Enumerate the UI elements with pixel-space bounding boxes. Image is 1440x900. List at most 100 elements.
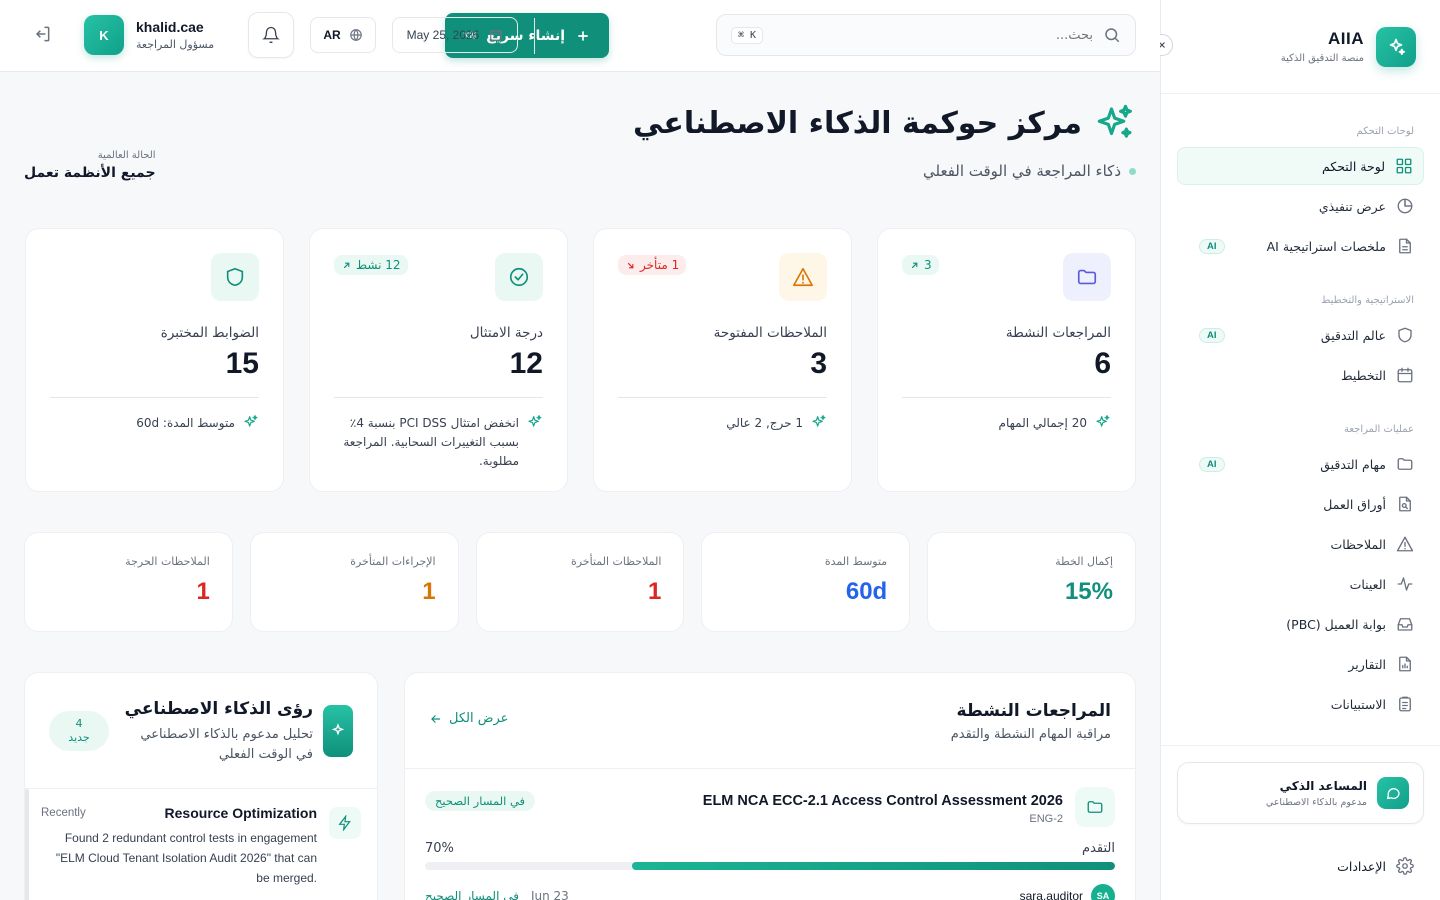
sidebar-item[interactable]: عالم التدقيق AI [1177, 316, 1424, 354]
panel-title: المراجعات النشطة [956, 701, 1111, 721]
trend-down-icon [625, 260, 636, 271]
sparkles-icon [1094, 102, 1136, 144]
kpi-label: الملاحظات المفتوحة [713, 325, 827, 341]
trend-badge: 3 [902, 255, 939, 275]
stat-card[interactable]: متوسط المدة 60d [701, 532, 911, 632]
insight-text: Found 2 redundant control tests in engag… [55, 831, 317, 885]
review-name: ELM NCA ECC-2.1 Access Control Assessmen… [702, 793, 1063, 809]
report-icon [1396, 655, 1414, 673]
language-button[interactable]: AR [310, 17, 376, 53]
sparkles-icon [323, 705, 353, 757]
search-input[interactable] [773, 27, 1093, 43]
sidebar-item-label: التقارير [1348, 656, 1386, 672]
assistant-subtitle: مدعوم بالذكاء الاصطناعي [1265, 796, 1367, 808]
search-box[interactable]: ⌘ K [716, 14, 1136, 56]
sidebar-item[interactable]: أوراق العمل [1177, 485, 1424, 523]
kpi-value: 12 [509, 347, 543, 380]
sidebar-item[interactable]: عرض تنفيذي [1177, 187, 1424, 225]
new-count-badge: 4 جديد [49, 711, 109, 751]
kpi-card[interactable]: 12 نشط درجة الامتثال 12 انخفض امتثال PCI DS… [309, 228, 568, 492]
check-circle-icon [495, 253, 543, 301]
user-name: khalid.cae [136, 19, 204, 35]
nav-section-title: لوحات التحكم [1356, 126, 1414, 137]
sidebar-item[interactable]: لوحة التحكم [1177, 147, 1424, 185]
sidebar-item-label: الاستبيانات [1330, 696, 1386, 712]
globe-icon [349, 28, 363, 42]
notifications-button[interactable] [248, 12, 294, 58]
review-card[interactable]: ELM NCA ECC-2.1 Access Control Assessmen… [405, 769, 1135, 900]
stat-card[interactable]: الإجراءات المتأخرة 1 [249, 532, 459, 632]
brand-subtitle: منصة التدقيق الذكية [1280, 53, 1364, 64]
insight-item[interactable]: Resource Optimization Found 2 redundant … [25, 789, 377, 888]
progress-label: التقدم [1082, 841, 1115, 856]
owner-avatar: SA [1091, 884, 1115, 900]
stat-value: 1 [196, 578, 210, 605]
divider [534, 18, 535, 54]
kpi-footnote: 1 حرج, 2 عالي [726, 416, 803, 430]
sparkles-icon [811, 414, 827, 430]
sidebar-item-settings[interactable]: الإعدادات [1327, 848, 1424, 884]
sidebar-nav: لوحات التحكم لوحة التحكم عرض تنفيذي ملخصات … [1161, 94, 1440, 723]
kpi-footnote: انخفض امتثال PCI DSS بنسبة 4٪ بسبب التغي… [343, 416, 519, 469]
file-search-icon [1396, 495, 1414, 513]
stat-card[interactable]: إكمال الخطة 15% [927, 532, 1136, 632]
shield-icon [1396, 326, 1414, 344]
lightning-icon [329, 807, 361, 839]
sparkles-icon [1376, 26, 1416, 67]
trend-text: 12 نشط [356, 258, 401, 272]
page-title: مركز حوكمة الذكاء الاصطناعي [633, 105, 1082, 141]
inbox-icon [1396, 615, 1414, 633]
folder-icon [1063, 253, 1111, 301]
sidebar-item[interactable]: العينات [1177, 565, 1424, 603]
stat-card[interactable]: الملاحظات الحرجة 1 [24, 532, 233, 632]
sidebar-item[interactable]: الملاحظات [1177, 525, 1424, 563]
brand-name: AIIA [1328, 29, 1364, 48]
logout-icon[interactable] [32, 24, 52, 48]
sidebar-item[interactable]: الاستبيانات [1177, 685, 1424, 723]
mini-stats: إكمال الخطة 15% متوسط المدة 60d الملاحظات ال… [24, 532, 1136, 632]
kpi-card[interactable]: 1 متأخر الملاحظات المفتوحة 3 1 حرج, 2 عالي [593, 228, 852, 492]
sidebar-item[interactable]: مهام التدقيق AI [1177, 445, 1424, 483]
stat-value: 1 [648, 578, 662, 605]
date-picker-button[interactable]: May 25, 2026 [392, 17, 518, 53]
ai-badge: AI [1199, 238, 1225, 254]
warning-icon [1396, 535, 1414, 553]
new-label: جديد [68, 731, 90, 744]
ai-insights-panel: رؤى الذكاء الاصطناعي تحليل مدعوم بالذكاء… [24, 672, 378, 900]
search-icon [1103, 26, 1121, 44]
stat-label: الإجراءات المتأخرة [350, 555, 436, 568]
trend-up-icon [341, 260, 352, 271]
due-date: Jun 23 [530, 889, 569, 900]
sidebar-item-label: بوابة العميل (PBC) [1286, 616, 1386, 632]
trend-text: 3 [924, 258, 932, 272]
sparkles-icon [527, 414, 543, 430]
user-menu[interactable]: K khalid.cae مسؤول المراجعة [84, 15, 214, 55]
sidebar-item[interactable]: التخطيط [1177, 356, 1424, 394]
stat-card[interactable]: الملاحظات المتأخرة 1 [475, 532, 685, 632]
sidebar-item[interactable]: بوابة العميل (PBC) [1177, 605, 1424, 643]
progress-bar [425, 862, 1115, 870]
kpi-card[interactable]: الضوابط المختبرة 15 متوسط المدة: 60d [25, 228, 284, 492]
panel-subtitle: مراقبة المهام النشطة والتقدم [950, 727, 1111, 742]
page-subtitle-text: ذكاء المراجعة في الوقت الفعلي [922, 162, 1121, 180]
review-code: ENG-2 [1029, 813, 1063, 825]
divider [1160, 745, 1440, 746]
sidebar-item-label: أوراق العمل [1323, 496, 1386, 512]
bell-icon [262, 26, 280, 44]
nav-section-title: عمليات المراجعة [1344, 424, 1414, 435]
sidebar-item-label: مهام التدقيق [1320, 456, 1386, 472]
view-all-link[interactable]: عرض الكل [429, 711, 508, 726]
sidebar-item[interactable]: التقارير [1177, 645, 1424, 683]
kpi-label: درجة الامتثال [469, 325, 543, 341]
ai-assistant-button[interactable]: المساعد الذكي مدعوم بالذكاء الاصطناعي [1177, 762, 1424, 824]
sidebar-item[interactable]: ملخصات استراتيجية AI AI [1177, 227, 1424, 265]
sidebar-item-label: التخطيط [1340, 367, 1386, 383]
shield-icon [211, 253, 259, 301]
folder-icon [1396, 455, 1414, 473]
plus-icon [575, 28, 591, 44]
live-dot [1129, 167, 1136, 175]
kpi-card[interactable]: 3 المراجعات النشطة 6 20 إجمالي المهام [877, 228, 1136, 492]
kpi-label: الضوابط المختبرة [160, 325, 259, 341]
active-reviews-panel: المراجعات النشطة مراقبة المهام النشطة وا… [404, 672, 1136, 900]
clipboard-icon [1396, 695, 1414, 713]
